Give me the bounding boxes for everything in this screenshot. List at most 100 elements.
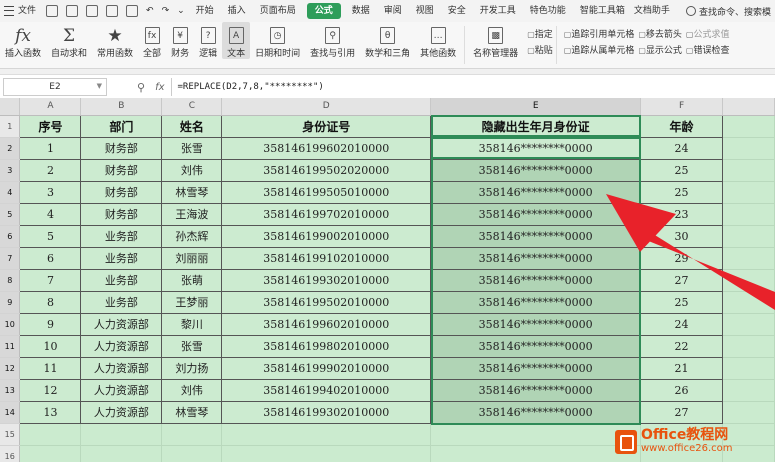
cell[interactable]: 8	[19, 291, 82, 314]
row-header[interactable]: 12	[0, 357, 21, 380]
cell[interactable]: 刘丽丽	[161, 247, 223, 270]
logic-functions-button[interactable]: ? 逻辑	[194, 22, 222, 59]
print-icon[interactable]	[86, 5, 99, 17]
column-header-b[interactable]: B	[80, 98, 163, 116]
tab-toolbox[interactable]: 智能工具箱	[573, 0, 632, 22]
active-cell[interactable]: 358146********0000	[430, 137, 642, 160]
cell[interactable]: 23	[640, 203, 724, 226]
lookup-functions-button[interactable]: ⚲ 查找与引用	[305, 22, 360, 59]
cell[interactable]: 张萌	[161, 269, 223, 292]
cell[interactable]: 24	[640, 313, 724, 336]
empty-cell[interactable]	[19, 445, 82, 462]
tab-features[interactable]: 特色功能	[523, 0, 573, 22]
header-cell-masked-id[interactable]: 隐藏出生年月身份证	[430, 115, 642, 138]
cell[interactable]: 人力资源部	[80, 401, 163, 424]
chevron-down-icon[interactable]: ▼	[97, 82, 102, 90]
row-header[interactable]: 8	[0, 269, 21, 292]
formula-evaluate-button[interactable]: 公式求值	[686, 27, 729, 43]
tab-home[interactable]: 开始	[189, 0, 221, 22]
empty-cell[interactable]	[722, 181, 775, 204]
empty-cell[interactable]	[722, 291, 775, 314]
all-functions-button[interactable]: fx 全部	[138, 22, 166, 59]
cell[interactable]: 27	[640, 269, 724, 292]
cell[interactable]: 财务部	[80, 159, 163, 182]
cell[interactable]: 刘伟	[161, 159, 223, 182]
show-formula-button[interactable]: 显示公式	[638, 43, 682, 59]
cell[interactable]: 358146199002010000	[221, 225, 432, 248]
cell[interactable]: 358146199902010000	[221, 357, 432, 380]
row-header[interactable]: 14	[0, 401, 21, 424]
cell[interactable]: 11	[19, 357, 82, 380]
cell[interactable]: 张雪	[161, 335, 223, 358]
empty-cell[interactable]	[722, 203, 775, 226]
row-header[interactable]: 15	[0, 423, 21, 446]
empty-cell[interactable]	[19, 423, 82, 446]
undo-icon[interactable]: ↶	[142, 0, 158, 22]
insert-function-button[interactable]: fx 插入函数	[0, 22, 46, 59]
select-all-corner[interactable]	[0, 98, 21, 116]
empty-cell[interactable]	[722, 379, 775, 402]
text-functions-button[interactable]: A 文本	[222, 22, 251, 59]
cell[interactable]: 30	[640, 225, 724, 248]
cell[interactable]: 358146199302010000	[221, 269, 432, 292]
file-menu[interactable]: 文件	[0, 0, 42, 22]
cell[interactable]: 358146199802010000	[221, 335, 432, 358]
cell[interactable]: 林雪琴	[161, 401, 223, 424]
cell[interactable]: 25	[640, 181, 724, 204]
empty-cell[interactable]	[722, 313, 775, 336]
formula-input[interactable]: =REPLACE(D2,7,8,"********")	[170, 78, 775, 96]
empty-cell[interactable]	[722, 269, 775, 292]
tab-formulas[interactable]: 公式	[306, 3, 341, 19]
cell[interactable]: 孙杰辉	[161, 225, 223, 248]
cell[interactable]: 财务部	[80, 137, 163, 160]
datetime-functions-button[interactable]: ◷ 日期和时间	[250, 22, 305, 59]
column-header-g[interactable]	[722, 98, 775, 116]
specify-button[interactable]: 指定	[527, 27, 553, 43]
tab-security[interactable]: 安全	[441, 0, 473, 22]
header-cell-id-number[interactable]: 身份证号	[221, 115, 432, 138]
cell[interactable]: 24	[640, 137, 724, 160]
header-cell-name[interactable]: 姓名	[161, 115, 223, 138]
cell[interactable]: 358146199505010000	[221, 181, 432, 204]
row-header[interactable]: 5	[0, 203, 21, 226]
tab-review[interactable]: 审阅	[377, 0, 409, 22]
selected-cell[interactable]: 358146********0000	[430, 269, 642, 292]
cell[interactable]: 3	[19, 181, 82, 204]
empty-cell[interactable]	[722, 247, 775, 270]
cell[interactable]: 25	[640, 291, 724, 314]
cell[interactable]: 人力资源部	[80, 357, 163, 380]
cell[interactable]: 26	[640, 379, 724, 402]
tab-insert[interactable]: 插入	[221, 0, 253, 22]
cell[interactable]: 业务部	[80, 247, 163, 270]
empty-cell[interactable]	[722, 137, 775, 160]
empty-cell[interactable]	[161, 423, 223, 446]
cell[interactable]: 6	[19, 247, 82, 270]
cell[interactable]: 358146199302010000	[221, 401, 432, 424]
selected-cell[interactable]: 358146********0000	[430, 247, 642, 270]
cell[interactable]: 358146199602010000	[221, 313, 432, 336]
cell[interactable]: 9	[19, 313, 82, 336]
cell[interactable]: 人力资源部	[80, 335, 163, 358]
column-header-f[interactable]: F	[640, 98, 724, 116]
row-header[interactable]: 4	[0, 181, 21, 204]
selected-cell[interactable]: 358146********0000	[430, 181, 642, 204]
autosum-button[interactable]: Σ 自动求和	[46, 22, 92, 59]
cell[interactable]: 刘伟	[161, 379, 223, 402]
common-functions-button[interactable]: ★ 常用函数	[92, 22, 138, 59]
paste-name-button[interactable]: 粘贴	[527, 43, 553, 59]
cell[interactable]: 人力资源部	[80, 313, 163, 336]
selected-cell[interactable]: 358146********0000	[430, 379, 642, 402]
selected-cell[interactable]: 358146********0000	[430, 203, 642, 226]
print-preview-icon[interactable]	[106, 5, 119, 17]
empty-cell[interactable]	[722, 401, 775, 424]
empty-cell[interactable]	[161, 445, 223, 462]
selected-cell[interactable]: 358146********0000	[430, 401, 642, 424]
move-arrow-button[interactable]: 移去箭头	[638, 27, 682, 43]
empty-cell[interactable]	[80, 423, 163, 446]
spreadsheet-grid[interactable]: A B C D E F 1 序号 部门 姓名 身份证号 隐藏出生年月身份证 年龄…	[0, 98, 775, 462]
selected-cell[interactable]: 358146********0000	[430, 357, 642, 380]
save-icon[interactable]	[46, 5, 59, 17]
row-header[interactable]: 10	[0, 313, 21, 336]
row-header[interactable]: 2	[0, 137, 21, 160]
cell[interactable]: 1	[19, 137, 82, 160]
